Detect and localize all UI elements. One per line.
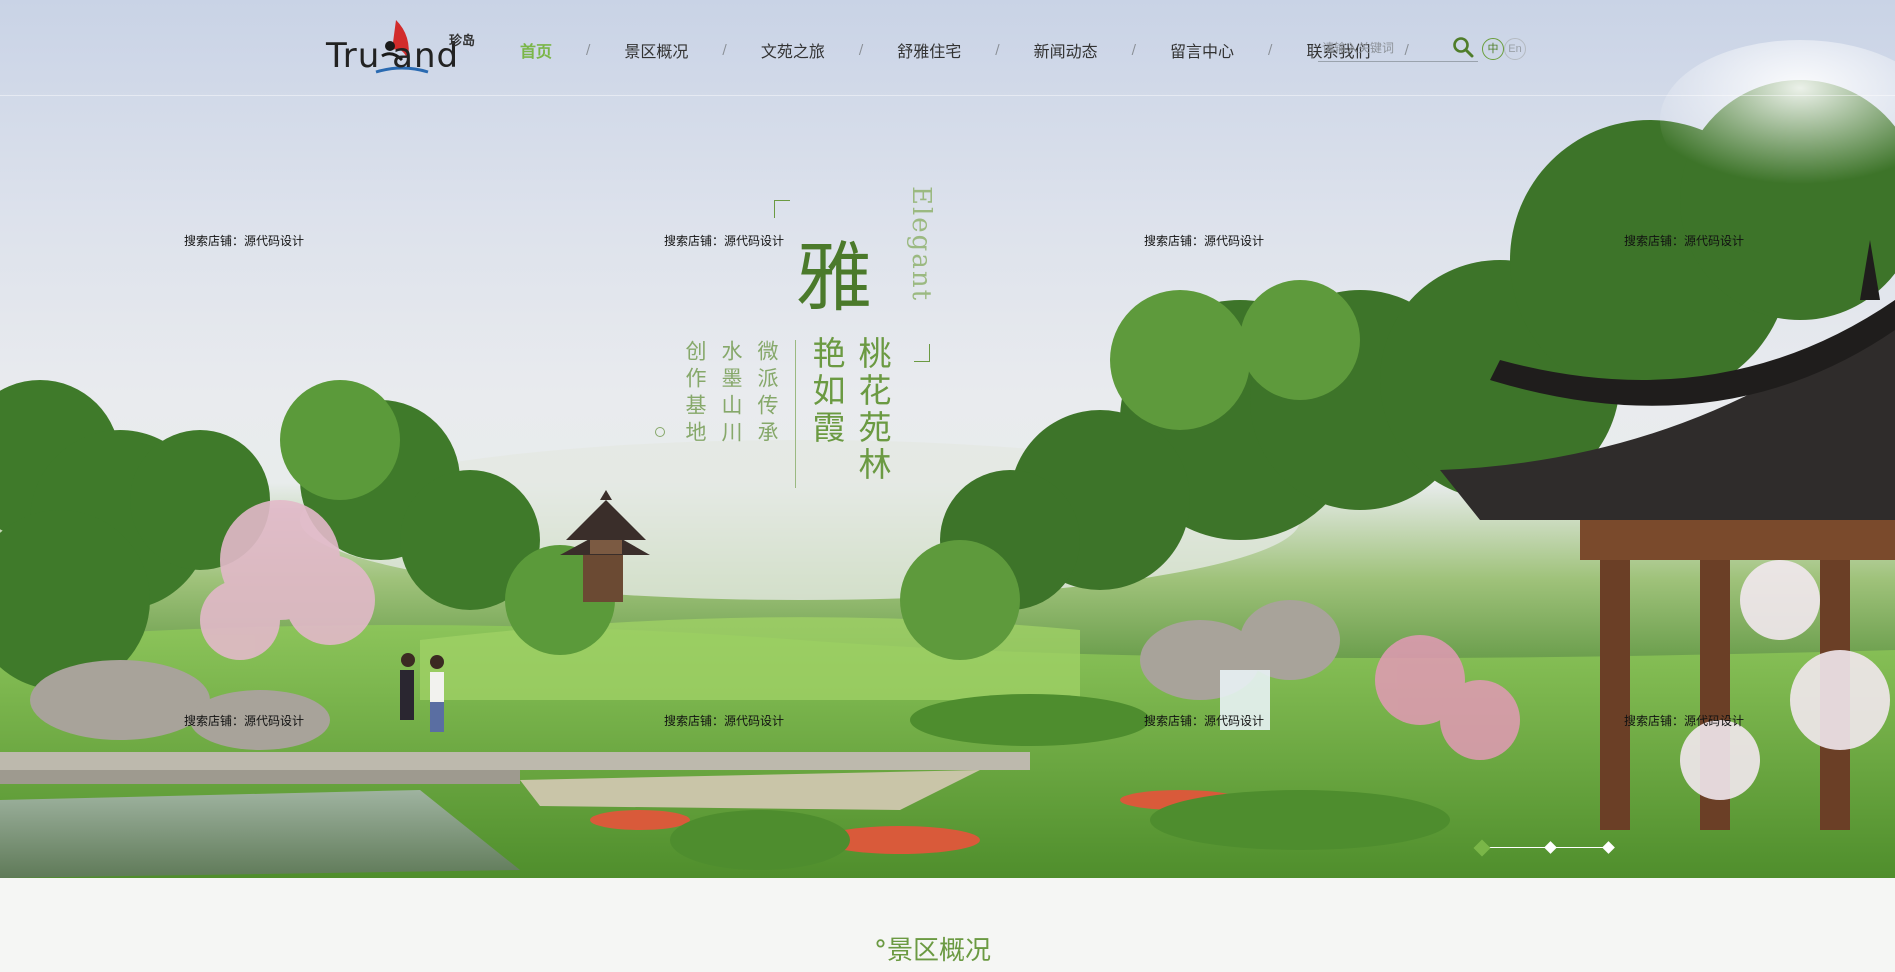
slider-dot-1[interactable] (1473, 839, 1491, 857)
hero-divider (795, 340, 796, 488)
hero-line-2: 艳如霞 (807, 336, 846, 447)
nav-separator: / (858, 42, 864, 58)
search-button[interactable] (1452, 36, 1476, 60)
lang-en-button[interactable]: En (1504, 38, 1526, 60)
nav-separator: / (1268, 42, 1273, 58)
slider-dot-2[interactable] (1544, 841, 1557, 854)
nav-home[interactable]: 首页 (520, 38, 552, 62)
nav-separator: / (586, 42, 591, 58)
slider-dot-3[interactable] (1602, 841, 1615, 854)
hero-ring-mark (655, 427, 665, 437)
garden-scene-illustration (0, 40, 1895, 878)
watermark-text: 搜索店铺：源代码设计 (1144, 714, 1265, 728)
hero-english-word: Elegant (906, 186, 936, 303)
slider-indicator (1473, 839, 1616, 857)
site-logo[interactable]: Tru and 珍岛 (326, 16, 478, 78)
watermark-text: 搜索店铺：源代码设计 (184, 234, 305, 248)
watermark-text: 搜索店铺：源代码设计 (184, 714, 305, 728)
hero-big-character: 雅 (796, 233, 872, 322)
search-box (1318, 36, 1478, 62)
hero-small-line-2: 水墨山川 (719, 340, 743, 448)
watermark-text: 搜索店铺：源代码设计 (1144, 234, 1265, 248)
nav-messages[interactable]: 留言中心 (1170, 38, 1234, 62)
hero-small-line-3: 创作基地 (683, 340, 707, 448)
watermark-text: 搜索店铺：源代码设计 (664, 234, 785, 248)
nav-separator: / (995, 42, 1000, 58)
nav-separator: / (1131, 42, 1137, 58)
watermark-text: 搜索店铺：源代码设计 (1624, 234, 1745, 248)
nav-culture-tour[interactable]: 文苑之旅 (761, 38, 825, 62)
nav-separator: / (722, 42, 727, 58)
hero-small-line-1: 微派传承 (755, 340, 779, 448)
watermark-text: 搜索店铺：源代码设计 (1624, 714, 1745, 728)
main-nav: 首页 / 景区概况 / 文苑之旅 / 舒雅住宅 / 新闻动态 / 留言中心 / … (520, 38, 1443, 62)
watermark-text: 搜索店铺：源代码设计 (664, 714, 785, 728)
search-icon (1453, 37, 1474, 58)
bracket-bottom-right (914, 344, 930, 362)
site-header: Tru and 珍岛 首页 / 景区概况 / 文苑之旅 / 舒雅住宅 / 新闻动… (0, 0, 1895, 96)
logo-text: Tru and (326, 36, 460, 76)
search-input[interactable] (1318, 36, 1446, 60)
hero-line-1: 桃花苑林 (853, 336, 892, 484)
nav-residence[interactable]: 舒雅住宅 (897, 38, 961, 62)
lang-cn-button[interactable]: 中 (1482, 38, 1504, 60)
nav-scenic-overview[interactable]: 景区概况 (624, 38, 688, 62)
logo-cn-text: 珍岛 (449, 34, 476, 49)
bracket-top-left (774, 200, 790, 218)
section-title: °景区概况 (874, 936, 992, 966)
nav-news[interactable]: 新闻动态 (1034, 38, 1098, 62)
hero-banner: 雅 Elegant 桃花苑林 艳如霞 微派传承 水墨山川 创作基地 搜索店铺：源… (0, 0, 1895, 878)
